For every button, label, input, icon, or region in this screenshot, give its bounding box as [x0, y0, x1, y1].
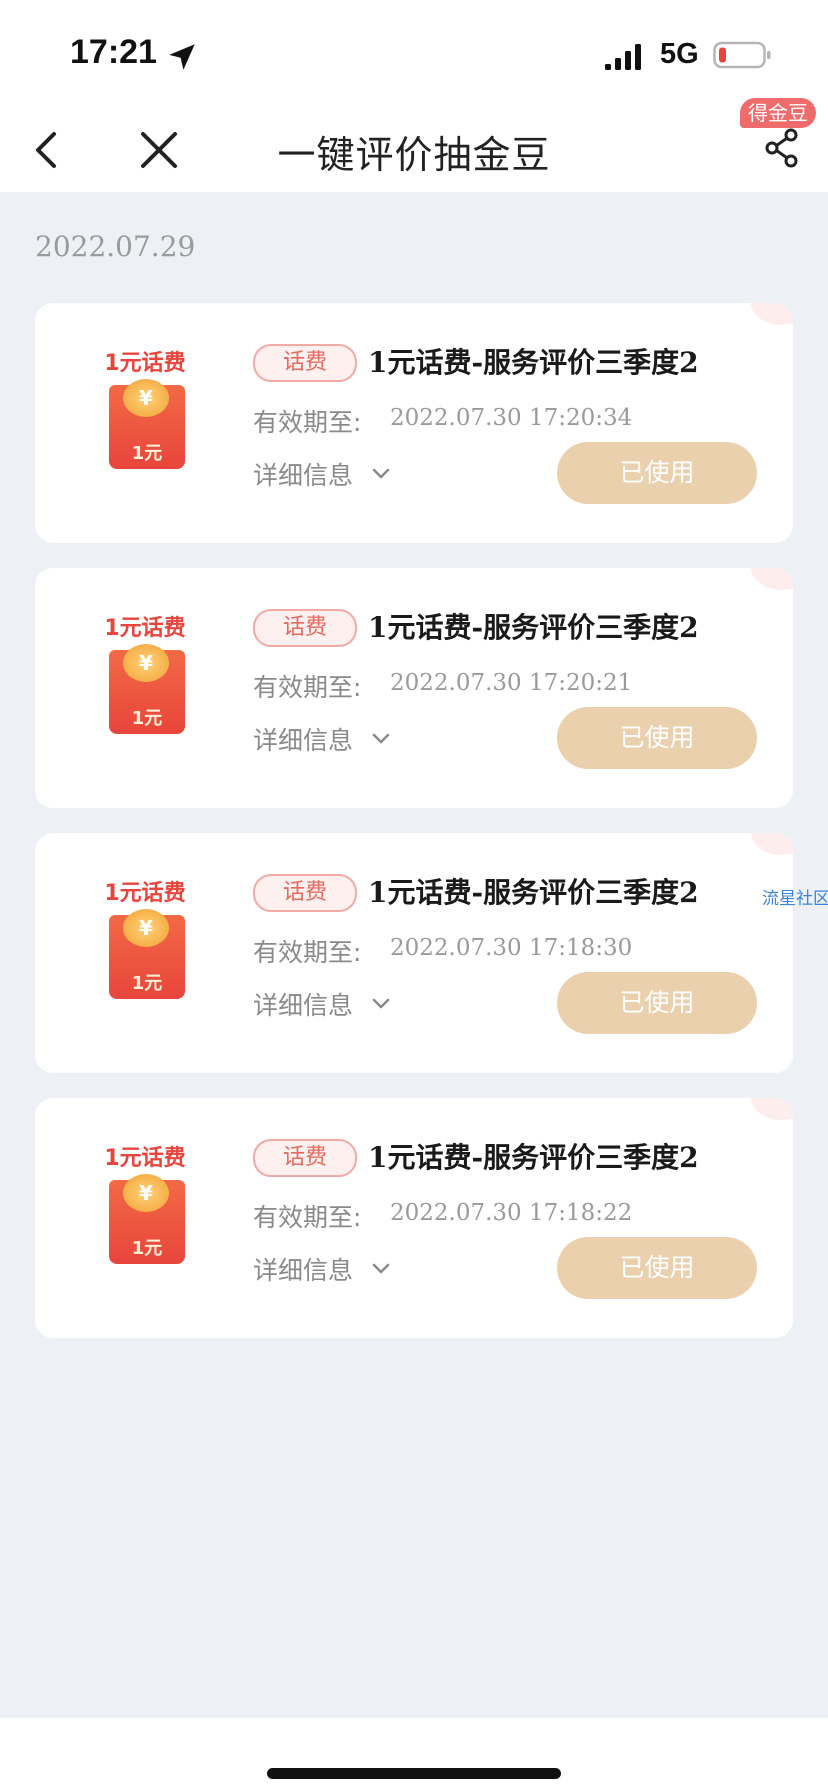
used-button[interactable]: 已使用	[557, 442, 757, 504]
packet-value: 1元	[131, 443, 163, 464]
corner-decoration	[751, 833, 793, 855]
yuan-coin-icon: ¥	[123, 644, 169, 682]
share-icon[interactable]	[760, 126, 804, 170]
yuan-coin-icon: ¥	[123, 379, 169, 417]
voucher-card: 1元话费 ¥ 1元 话费 1元话费-服务评价三季度2 有效期至: 2022.07…	[35, 568, 793, 808]
category-tag: 话费	[253, 1139, 357, 1177]
voucher-title: 1元话费-服务评价三季度2	[368, 876, 699, 909]
corner-decoration	[751, 303, 793, 325]
network-label: 5G	[660, 38, 699, 70]
expire-label: 有效期至:	[253, 1203, 362, 1232]
status-time: 17:21	[70, 33, 157, 71]
chevron-down-icon[interactable]	[370, 993, 392, 1015]
category-tag: 话费	[253, 344, 357, 382]
red-packet-icon: 1元话费 ¥ 1元	[95, 875, 195, 1025]
red-packet-icon: 1元话费 ¥ 1元	[95, 1140, 195, 1290]
voucher-card: 1元话费 ¥ 1元 话费 1元话费-服务评价三季度2 有效期至: 2022.07…	[35, 1098, 793, 1338]
expire-value: 2022.07.30 17:18:30	[390, 935, 633, 961]
status-bar: 17:21 5G	[0, 0, 828, 110]
location-arrow-icon	[169, 44, 195, 70]
packet-value: 1元	[131, 708, 163, 729]
details-toggle[interactable]: 详细信息	[253, 986, 353, 1022]
packet-caption: 1元话费	[104, 1146, 186, 1171]
home-indicator[interactable]	[267, 1768, 561, 1779]
watermark: 流星社区	[762, 889, 828, 909]
signal-icon	[605, 44, 641, 70]
red-packet-icon: 1元话费 ¥ 1元	[95, 610, 195, 760]
date-heading: 2022.07.29	[35, 230, 196, 263]
expire-label: 有效期至:	[253, 408, 362, 437]
details-toggle[interactable]: 详细信息	[253, 456, 353, 492]
corner-decoration	[751, 1098, 793, 1120]
details-toggle[interactable]: 详细信息	[253, 721, 353, 757]
nav-bar: 一键评价抽金豆 得金豆	[0, 98, 828, 192]
details-toggle[interactable]: 详细信息	[253, 1251, 353, 1287]
voucher-title: 1元话费-服务评价三季度2	[368, 611, 699, 644]
red-packet-icon: 1元话费 ¥ 1元	[95, 345, 195, 495]
yuan-coin-icon: ¥	[123, 1174, 169, 1212]
expire-label: 有效期至:	[253, 938, 362, 967]
share-badge: 得金豆	[740, 98, 816, 128]
packet-caption: 1元话费	[104, 881, 186, 906]
chevron-down-icon[interactable]	[370, 463, 392, 485]
packet-caption: 1元话费	[104, 351, 186, 376]
corner-decoration	[751, 568, 793, 590]
used-button[interactable]: 已使用	[557, 972, 757, 1034]
packet-caption: 1元话费	[104, 616, 186, 641]
voucher-card: 1元话费 ¥ 1元 话费 1元话费-服务评价三季度2 有效期至: 2022.07…	[35, 833, 793, 1073]
packet-value: 1元	[131, 1238, 163, 1259]
battery-icon	[713, 41, 771, 69]
category-tag: 话费	[253, 874, 357, 912]
used-button[interactable]: 已使用	[557, 707, 757, 769]
category-tag: 话费	[253, 609, 357, 647]
page-title: 一键评价抽金豆	[277, 133, 551, 177]
chevron-down-icon[interactable]	[370, 728, 392, 750]
expire-label: 有效期至:	[253, 673, 362, 702]
voucher-title: 1元话费-服务评价三季度2	[368, 1141, 699, 1174]
expire-value: 2022.07.30 17:20:21	[390, 670, 633, 696]
used-button[interactable]: 已使用	[557, 1237, 757, 1299]
expire-value: 2022.07.30 17:18:22	[390, 1200, 633, 1226]
yuan-coin-icon: ¥	[123, 909, 169, 947]
expire-value: 2022.07.30 17:20:34	[390, 405, 633, 431]
voucher-title: 1元话费-服务评价三季度2	[368, 346, 699, 379]
packet-value: 1元	[131, 973, 163, 994]
bottom-bar	[0, 1718, 828, 1792]
chevron-down-icon[interactable]	[370, 1258, 392, 1280]
voucher-card: 1元话费 ¥ 1元 话费 1元话费-服务评价三季度2 有效期至: 2022.07…	[35, 303, 793, 543]
